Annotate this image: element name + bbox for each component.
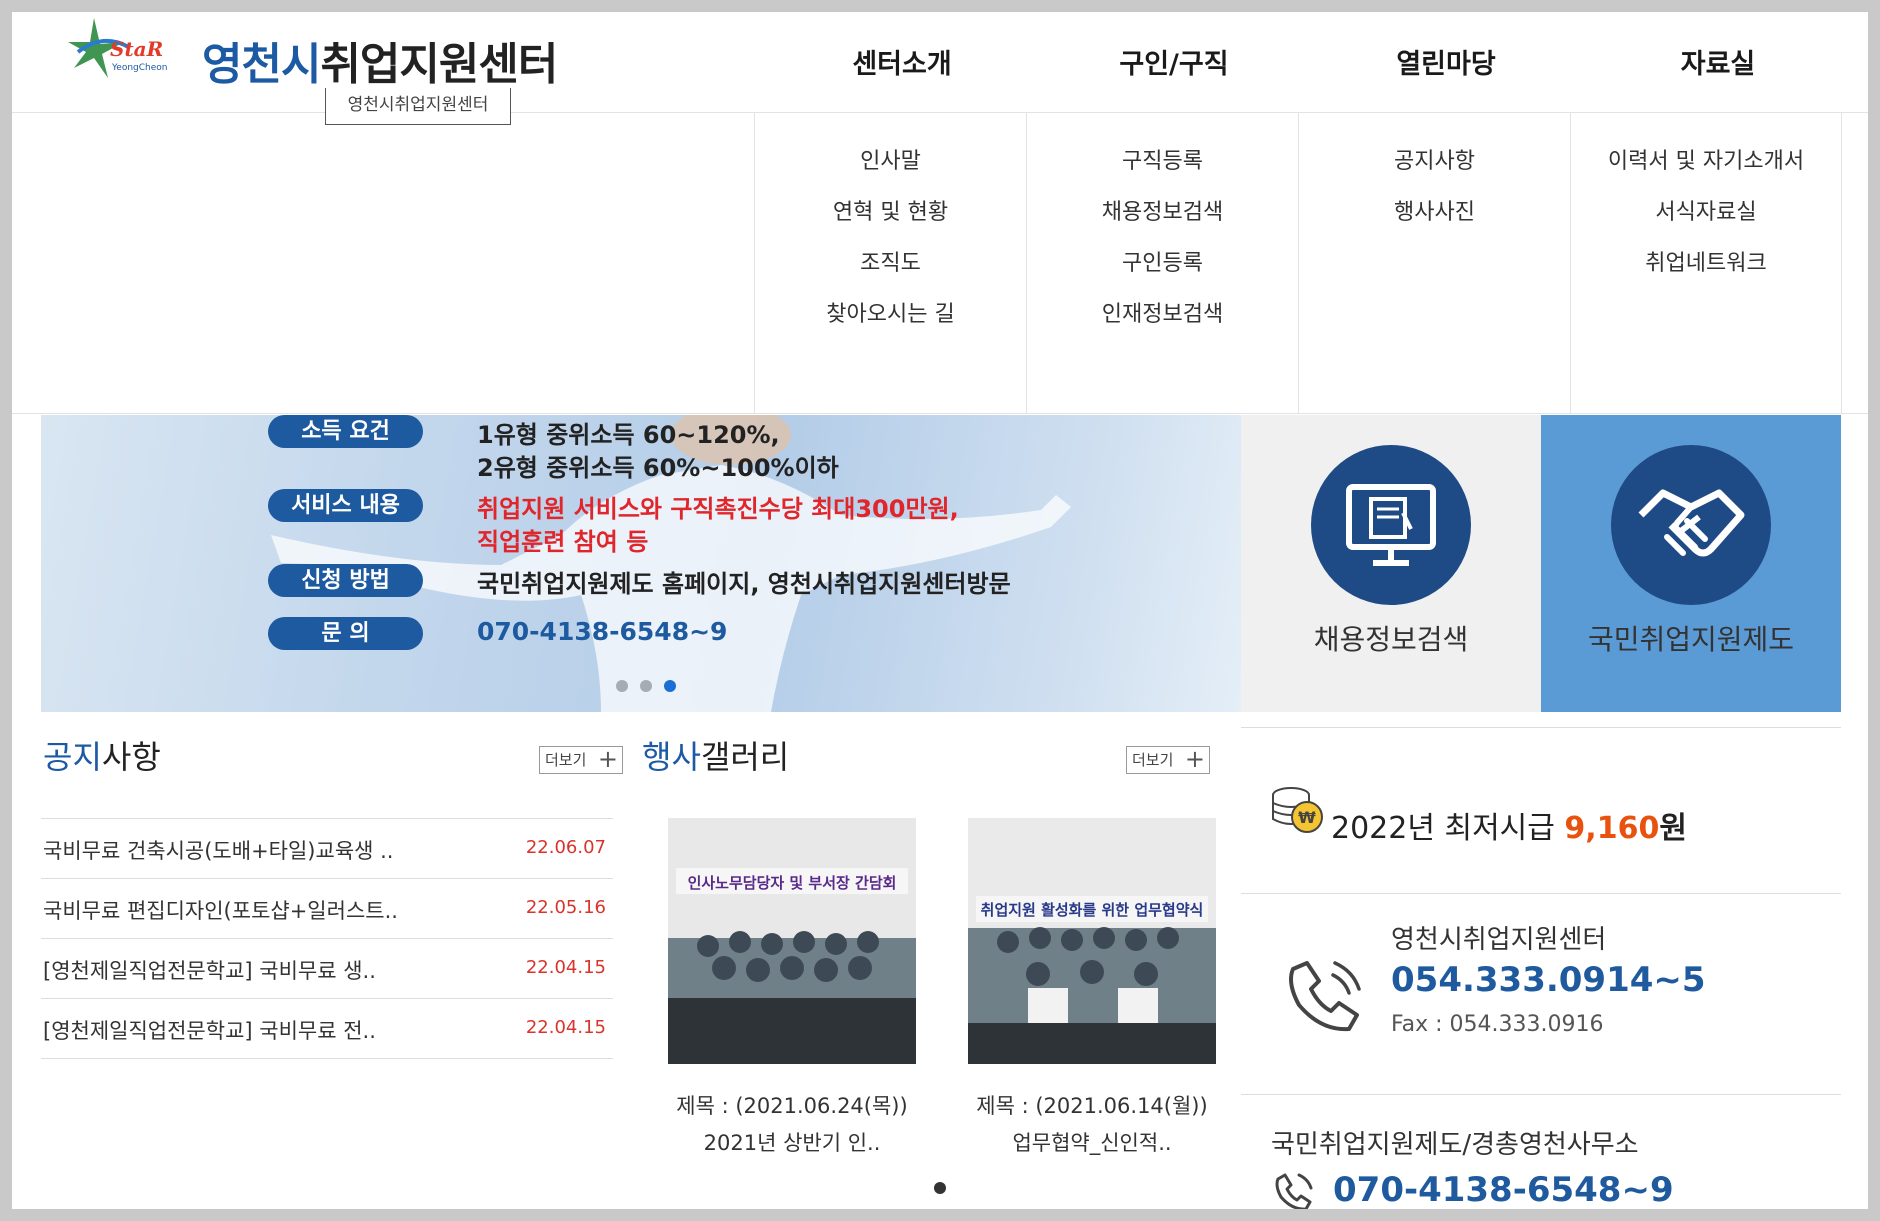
svg-text:StaR: StaR <box>110 37 163 61</box>
menu-column-forum: 공지사항 행사사진 <box>1298 113 1570 414</box>
gallery-title: 행사갤러리 <box>642 738 790 776</box>
notice-more-button[interactable]: 더보기 + <box>539 746 623 774</box>
banner-apply-text: 국민취업지원제도 홈페이지, 영천시취업지원센터방문 <box>477 570 1011 598</box>
quick-link-job-search[interactable]: 채용정보검색 <box>1241 415 1541 712</box>
menu-item-job-register[interactable]: 구직등록 <box>1027 143 1298 175</box>
svg-text:YeongCheon: YeongCheon <box>111 63 168 73</box>
banner-contact-phone: 070-4138-6548~9 <box>477 617 728 646</box>
banner-income-line1: 1유형 중위소득 60~120%, <box>477 421 780 449</box>
nav-center-intro[interactable]: 센터소개 <box>766 12 1038 113</box>
nav-open-forum[interactable]: 열린마당 <box>1310 12 1582 113</box>
menu-item-talent-search[interactable]: 인재정보검색 <box>1027 296 1298 328</box>
minimum-wage: 2022년 최저시급 9,160원 <box>1331 811 1687 846</box>
gallery-caption-date: 제목 : (2021.06.24(목)) <box>676 1094 908 1118</box>
star-logo-icon: StaR YeongCheon <box>68 18 168 78</box>
menu-item-job-network[interactable]: 취업네트워크 <box>1571 245 1841 277</box>
notice-row-date: 22.04.15 <box>525 1017 606 1038</box>
banner-service-line2: 직업훈련 참여 등 <box>477 528 649 556</box>
menu-item-directions[interactable]: 찾아오시는 길 <box>755 296 1026 328</box>
notice-row[interactable]: [영천제일직업전문학교] 국비무료 생.. 22.04.15 <box>41 939 613 999</box>
gallery-caption-title: 2021년 상반기 인.. <box>703 1131 881 1155</box>
menu-column-center: 인사말 연혁 및 현황 조직도 찾아오시는 길 <box>754 113 1026 414</box>
banner-income-line2: 2유형 중위소득 60%~100%이하 <box>477 454 839 482</box>
info-panel: ₩ 2022년 최저시급 9,160원 영천시취업지원센터 054.333.09… <box>1241 727 1841 1209</box>
banner-service-line1: 취업지원 서비스와 구직촉진수당 최대300만원, <box>477 495 959 523</box>
center-fax: Fax : 054.333.0916 <box>1391 1012 1604 1037</box>
kukmin-office-name: 국민취업지원제도/경총영천사무소 <box>1271 1130 1639 1160</box>
menu-column-resources: 이력서 및 자기소개서 서식자료실 취업네트워크 <box>1570 113 1842 414</box>
nav-resources[interactable]: 자료실 <box>1582 12 1854 113</box>
banner-dot-1[interactable] <box>616 680 628 692</box>
banner-pill-service: 서비스 내용 <box>268 489 423 522</box>
notice-row-title: 국비무료 건축시공(도배+타일)교육생 .. <box>43 839 394 863</box>
info-divider <box>1241 727 1841 728</box>
banner-pill-contact: 문 의 <box>268 617 423 650</box>
gallery-photo: 취업지원 활성화를 위한 업무협약식 <box>968 818 1216 1064</box>
center-phone[interactable]: 054.333.0914~5 <box>1391 960 1706 1000</box>
menu-item-notice[interactable]: 공지사항 <box>1299 143 1570 175</box>
notice-row-title: 국비무료 편집디자인(포토샵+일러스트.. <box>43 899 398 923</box>
gallery-pagination-dot[interactable] <box>934 1182 946 1194</box>
gallery-caption-date: 제목 : (2021.06.14(월)) <box>976 1094 1208 1118</box>
notice-row[interactable]: 국비무료 편집디자인(포토샵+일러스트.. 22.05.16 <box>41 879 613 939</box>
handshake-icon <box>1611 445 1771 605</box>
info-divider <box>1241 1094 1841 1095</box>
banner-dot-3[interactable] <box>664 680 676 692</box>
gallery-section: 행사갤러리 더보기 + 인사노무담당자 및 부서장 간담회 제목 : (2021.… <box>642 732 1222 1209</box>
plus-icon: + <box>597 745 618 773</box>
menu-column-jobs: 구직등록 채용정보검색 구인등록 인재정보검색 <box>1026 113 1298 414</box>
gallery-more-button[interactable]: 더보기 + <box>1126 746 1210 774</box>
svg-text:인사노무담당자 및 부서장 간담회: 인사노무담당자 및 부서장 간담회 <box>688 874 897 892</box>
svg-text:취업지원 활성화를 위한 업무협약식: 취업지원 활성화를 위한 업무협약식 <box>981 901 1204 919</box>
site-tag: 영천시취업지원센터 <box>325 88 511 125</box>
gallery-photo: 인사노무담당자 및 부서장 간담회 <box>668 818 916 1064</box>
phone-icon <box>1289 961 1361 1032</box>
notice-row-title: [영천제일직업전문학교] 국비무료 전.. <box>43 1019 376 1043</box>
menu-item-event-photos[interactable]: 행사사진 <box>1299 194 1570 226</box>
logo-text: 영천시취업지원센터 <box>202 39 558 90</box>
notice-title: 공지사항 <box>43 738 161 776</box>
menu-item-greeting[interactable]: 인사말 <box>755 143 1026 175</box>
nav-job-offer-search[interactable]: 구인/구직 <box>1038 12 1310 113</box>
info-divider <box>1241 893 1841 894</box>
center-name: 영천시취업지원센터 <box>1391 925 1607 955</box>
monitor-icon <box>1311 445 1471 605</box>
menu-item-offer-register[interactable]: 구인등록 <box>1027 245 1298 277</box>
banner-pill-apply: 신청 방법 <box>268 564 423 597</box>
phone-icon <box>1275 1173 1313 1209</box>
quick-link-national-support[interactable]: 국민취업지원제도 <box>1541 415 1841 712</box>
notice-row[interactable]: 국비무료 건축시공(도배+타일)교육생 .. 22.06.07 <box>41 819 613 879</box>
plus-icon: + <box>1184 745 1205 773</box>
banner-pill-income: 소득 요건 <box>268 415 423 448</box>
menu-item-resume[interactable]: 이력서 및 자기소개서 <box>1571 143 1841 175</box>
notice-row-date: 22.05.16 <box>525 897 606 918</box>
notice-row-date: 22.04.15 <box>525 957 606 978</box>
mega-menu: 인사말 연혁 및 현황 조직도 찾아오시는 길 구직등록 채용정보검색 구인등록… <box>12 113 1868 414</box>
menu-item-organization[interactable]: 조직도 <box>755 245 1026 277</box>
svg-text:₩: ₩ <box>1298 808 1316 827</box>
notice-row-date: 22.06.07 <box>525 837 606 858</box>
menu-item-forms[interactable]: 서식자료실 <box>1571 194 1841 226</box>
quick-link-job-search-label: 채용정보검색 <box>1313 623 1469 656</box>
kukmin-office-phone[interactable]: 070-4138-6548~9 <box>1333 1170 1674 1209</box>
site-logo[interactable]: StaR YeongCheon 영천시취업지원센터 <box>64 12 584 98</box>
gallery-caption-title: 업무협약_신인적.. <box>1012 1131 1172 1155</box>
banner-dot-2[interactable] <box>640 680 652 692</box>
page: StaR YeongCheon 영천시취업지원센터 영천시취업지원센터 센터소개… <box>12 12 1868 1209</box>
menu-item-history[interactable]: 연혁 및 현황 <box>755 194 1026 226</box>
quick-link-national-support-label: 국민취업지원제도 <box>1587 623 1795 656</box>
hero-banner[interactable]: 소득 요건 1유형 중위소득 60~120%, 2유형 중위소득 60%~100… <box>41 415 1241 712</box>
header: StaR YeongCheon 영천시취업지원센터 영천시취업지원센터 센터소개… <box>12 12 1868 125</box>
notice-row[interactable]: [영천제일직업전문학교] 국비무료 전.. 22.04.15 <box>41 999 613 1059</box>
notice-row-title: [영천제일직업전문학교] 국비무료 생.. <box>43 959 376 983</box>
coin-stack-icon: ₩ <box>1272 787 1323 833</box>
menu-item-job-search[interactable]: 채용정보검색 <box>1027 194 1298 226</box>
